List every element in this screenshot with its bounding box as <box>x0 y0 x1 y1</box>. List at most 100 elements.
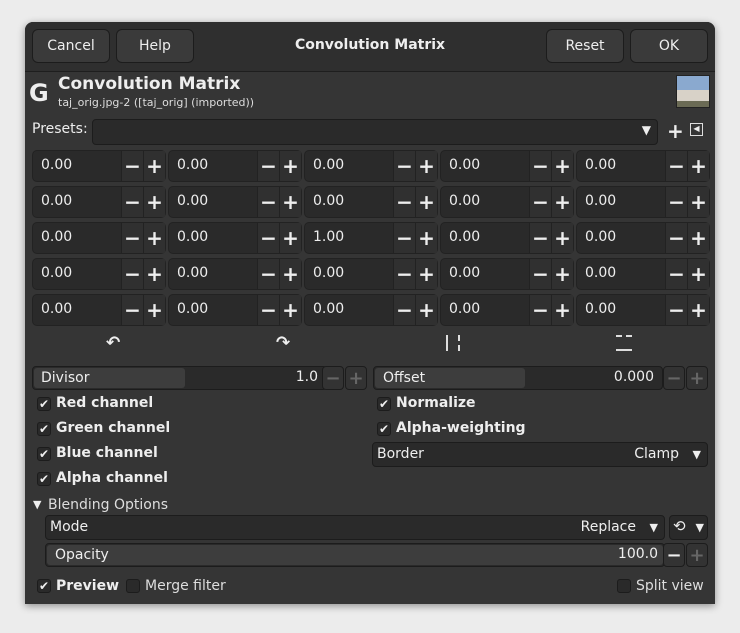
flip-vertical-icon[interactable] <box>616 335 632 351</box>
channel-checkbox-0[interactable]: ✔ <box>37 397 51 411</box>
offset-decrease[interactable]: − <box>663 366 685 390</box>
decrease-button[interactable]: − <box>257 187 279 217</box>
preview-checkbox[interactable]: ✔ <box>37 579 51 593</box>
matrix-cell-3-2[interactable]: 0.00 − + <box>304 258 438 290</box>
decrease-button[interactable]: − <box>393 259 415 289</box>
matrix-cell-4-2[interactable]: 0.00 − + <box>304 294 438 326</box>
matrix-cell-0-1[interactable]: 0.00 − + <box>168 150 302 182</box>
decrease-button[interactable]: − <box>393 187 415 217</box>
decrease-button[interactable]: − <box>121 223 143 253</box>
blending-options-expander[interactable]: Blending Options <box>48 497 168 513</box>
reset-button[interactable]: Reset <box>546 29 624 63</box>
add-preset-icon[interactable]: + <box>667 119 684 143</box>
increase-button[interactable]: + <box>143 223 165 253</box>
increase-button[interactable]: + <box>415 223 437 253</box>
increase-button[interactable]: + <box>415 151 437 181</box>
matrix-cell-1-0[interactable]: 0.00 − + <box>32 186 166 218</box>
decrease-button[interactable]: − <box>121 151 143 181</box>
increase-button[interactable]: + <box>143 187 165 217</box>
matrix-cell-3-1[interactable]: 0.00 − + <box>168 258 302 290</box>
matrix-cell-4-4[interactable]: 0.00 − + <box>576 294 710 326</box>
decrease-button[interactable]: − <box>665 151 687 181</box>
increase-button[interactable]: + <box>551 295 573 325</box>
matrix-cell-0-3[interactable]: 0.00 − + <box>440 150 574 182</box>
matrix-cell-0-2[interactable]: 0.00 − + <box>304 150 438 182</box>
increase-button[interactable]: + <box>687 223 709 253</box>
divisor-decrease[interactable]: − <box>322 366 344 390</box>
ok-button[interactable]: OK <box>630 29 708 63</box>
matrix-cell-1-4[interactable]: 0.00 − + <box>576 186 710 218</box>
increase-button[interactable]: + <box>279 223 301 253</box>
decrease-button[interactable]: − <box>529 259 551 289</box>
matrix-cell-3-4[interactable]: 0.00 − + <box>576 258 710 290</box>
opacity-increase[interactable]: + <box>686 543 708 567</box>
increase-button[interactable]: + <box>143 151 165 181</box>
preset-menu-icon[interactable]: ◀ <box>690 123 703 136</box>
decrease-button[interactable]: − <box>529 223 551 253</box>
increase-button[interactable]: + <box>687 187 709 217</box>
matrix-cell-4-3[interactable]: 0.00 − + <box>440 294 574 326</box>
decrease-button[interactable]: − <box>393 151 415 181</box>
divisor-increase[interactable]: + <box>345 366 367 390</box>
composite-mode-button[interactable]: ⟲ ▼ <box>669 515 708 540</box>
decrease-button[interactable]: − <box>257 223 279 253</box>
decrease-button[interactable]: − <box>393 295 415 325</box>
matrix-cell-1-1[interactable]: 0.00 − + <box>168 186 302 218</box>
decrease-button[interactable]: − <box>257 151 279 181</box>
border-combo[interactable]: Border Clamp ▼ <box>372 442 708 467</box>
increase-button[interactable]: + <box>551 151 573 181</box>
decrease-button[interactable]: − <box>665 259 687 289</box>
increase-button[interactable]: + <box>279 295 301 325</box>
divisor-spin[interactable]: Divisor 1.0 <box>32 366 327 390</box>
presets-combo[interactable]: ▼ <box>92 119 658 145</box>
decrease-button[interactable]: − <box>529 187 551 217</box>
increase-button[interactable]: + <box>143 295 165 325</box>
channel-checkbox-2[interactable]: ✔ <box>37 447 51 461</box>
matrix-cell-4-1[interactable]: 0.00 − + <box>168 294 302 326</box>
decrease-button[interactable]: − <box>257 259 279 289</box>
matrix-cell-0-0[interactable]: 0.00 − + <box>32 150 166 182</box>
increase-button[interactable]: + <box>687 259 709 289</box>
decrease-button[interactable]: − <box>665 187 687 217</box>
mode-combo[interactable]: Mode Replace ▼ <box>45 515 665 540</box>
normalize-checkbox[interactable]: ✔ <box>377 397 391 411</box>
merge-filter-checkbox[interactable] <box>126 579 140 593</box>
split-view-checkbox[interactable] <box>617 579 631 593</box>
decrease-button[interactable]: − <box>665 223 687 253</box>
matrix-cell-2-4[interactable]: 0.00 − + <box>576 222 710 254</box>
increase-button[interactable]: + <box>551 259 573 289</box>
matrix-cell-3-3[interactable]: 0.00 − + <box>440 258 574 290</box>
matrix-cell-0-4[interactable]: 0.00 − + <box>576 150 710 182</box>
increase-button[interactable]: + <box>551 187 573 217</box>
rotate-right-icon[interactable]: ↷ <box>276 333 290 353</box>
decrease-button[interactable]: − <box>529 151 551 181</box>
alpha-weighting-checkbox[interactable]: ✔ <box>377 422 391 436</box>
matrix-cell-2-2[interactable]: 1.00 − + <box>304 222 438 254</box>
decrease-button[interactable]: − <box>121 187 143 217</box>
increase-button[interactable]: + <box>551 223 573 253</box>
matrix-cell-1-3[interactable]: 0.00 − + <box>440 186 574 218</box>
increase-button[interactable]: + <box>143 259 165 289</box>
matrix-cell-4-0[interactable]: 0.00 − + <box>32 294 166 326</box>
matrix-cell-2-0[interactable]: 0.00 − + <box>32 222 166 254</box>
matrix-cell-3-0[interactable]: 0.00 − + <box>32 258 166 290</box>
decrease-button[interactable]: − <box>121 259 143 289</box>
matrix-cell-2-3[interactable]: 0.00 − + <box>440 222 574 254</box>
rotate-left-icon[interactable]: ↶ <box>106 333 120 353</box>
offset-spin[interactable]: Offset 0.000 <box>373 366 663 390</box>
increase-button[interactable]: + <box>279 151 301 181</box>
opacity-spin[interactable]: Opacity 100.0 <box>45 543 665 567</box>
decrease-button[interactable]: − <box>393 223 415 253</box>
increase-button[interactable]: + <box>687 295 709 325</box>
increase-button[interactable]: + <box>415 295 437 325</box>
increase-button[interactable]: + <box>687 151 709 181</box>
decrease-button[interactable]: − <box>257 295 279 325</box>
decrease-button[interactable]: − <box>529 295 551 325</box>
expander-arrow-icon[interactable]: ▼ <box>33 498 41 511</box>
channel-checkbox-1[interactable]: ✔ <box>37 422 51 436</box>
matrix-cell-2-1[interactable]: 0.00 − + <box>168 222 302 254</box>
opacity-decrease[interactable]: − <box>663 543 685 567</box>
flip-horizontal-icon[interactable] <box>446 335 460 351</box>
increase-button[interactable]: + <box>415 187 437 217</box>
increase-button[interactable]: + <box>279 259 301 289</box>
